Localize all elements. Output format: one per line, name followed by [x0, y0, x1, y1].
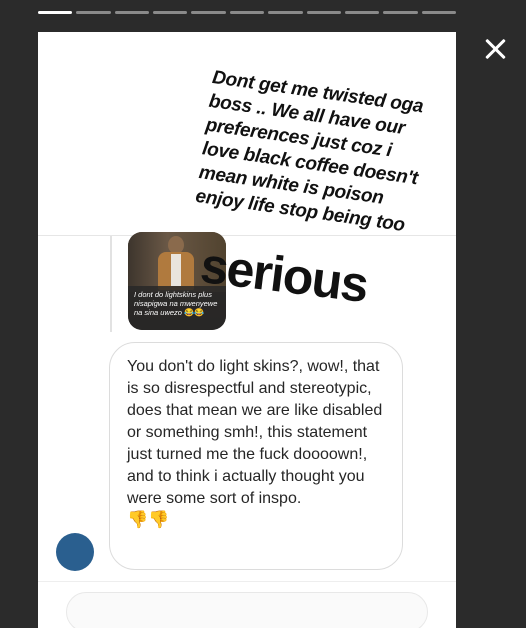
progress-segment — [153, 11, 188, 14]
story-caption-overlay: Dont get me twisted oga boss .. We all h… — [194, 66, 450, 242]
progress-segment — [306, 11, 341, 14]
avatar[interactable] — [56, 533, 94, 571]
progress-segment — [268, 11, 303, 14]
divider — [38, 581, 456, 582]
progress-segment — [383, 11, 418, 14]
progress-segment — [344, 11, 380, 14]
progress-segment — [191, 11, 226, 14]
progress-segment — [421, 11, 456, 14]
progress-segment — [38, 11, 73, 14]
reply-thread-line — [110, 236, 112, 332]
message-bubble[interactable]: You don't do light skins?, wow!, that is… — [109, 342, 403, 570]
progress-segment — [76, 11, 111, 14]
shared-post-text: I dont do lightskins plus nisapigwa na m… — [134, 290, 218, 317]
progress-segment — [229, 11, 265, 14]
story-viewer: I dont do lightskins plus nisapigwa na m… — [0, 0, 526, 628]
thumbnail-person-shirt — [171, 254, 181, 286]
story-progress-bar — [38, 11, 456, 14]
shared-post-emoji: 😂😂 — [184, 308, 204, 317]
close-icon[interactable] — [480, 34, 510, 64]
thumbs-down-emoji: 👎👎 — [127, 510, 170, 529]
message-text: You don't do light skins?, wow!, that is… — [127, 358, 383, 507]
message-composer[interactable] — [66, 592, 428, 628]
progress-segment — [114, 11, 150, 14]
dm-screenshot-card: I dont do lightskins plus nisapigwa na m… — [38, 32, 456, 628]
